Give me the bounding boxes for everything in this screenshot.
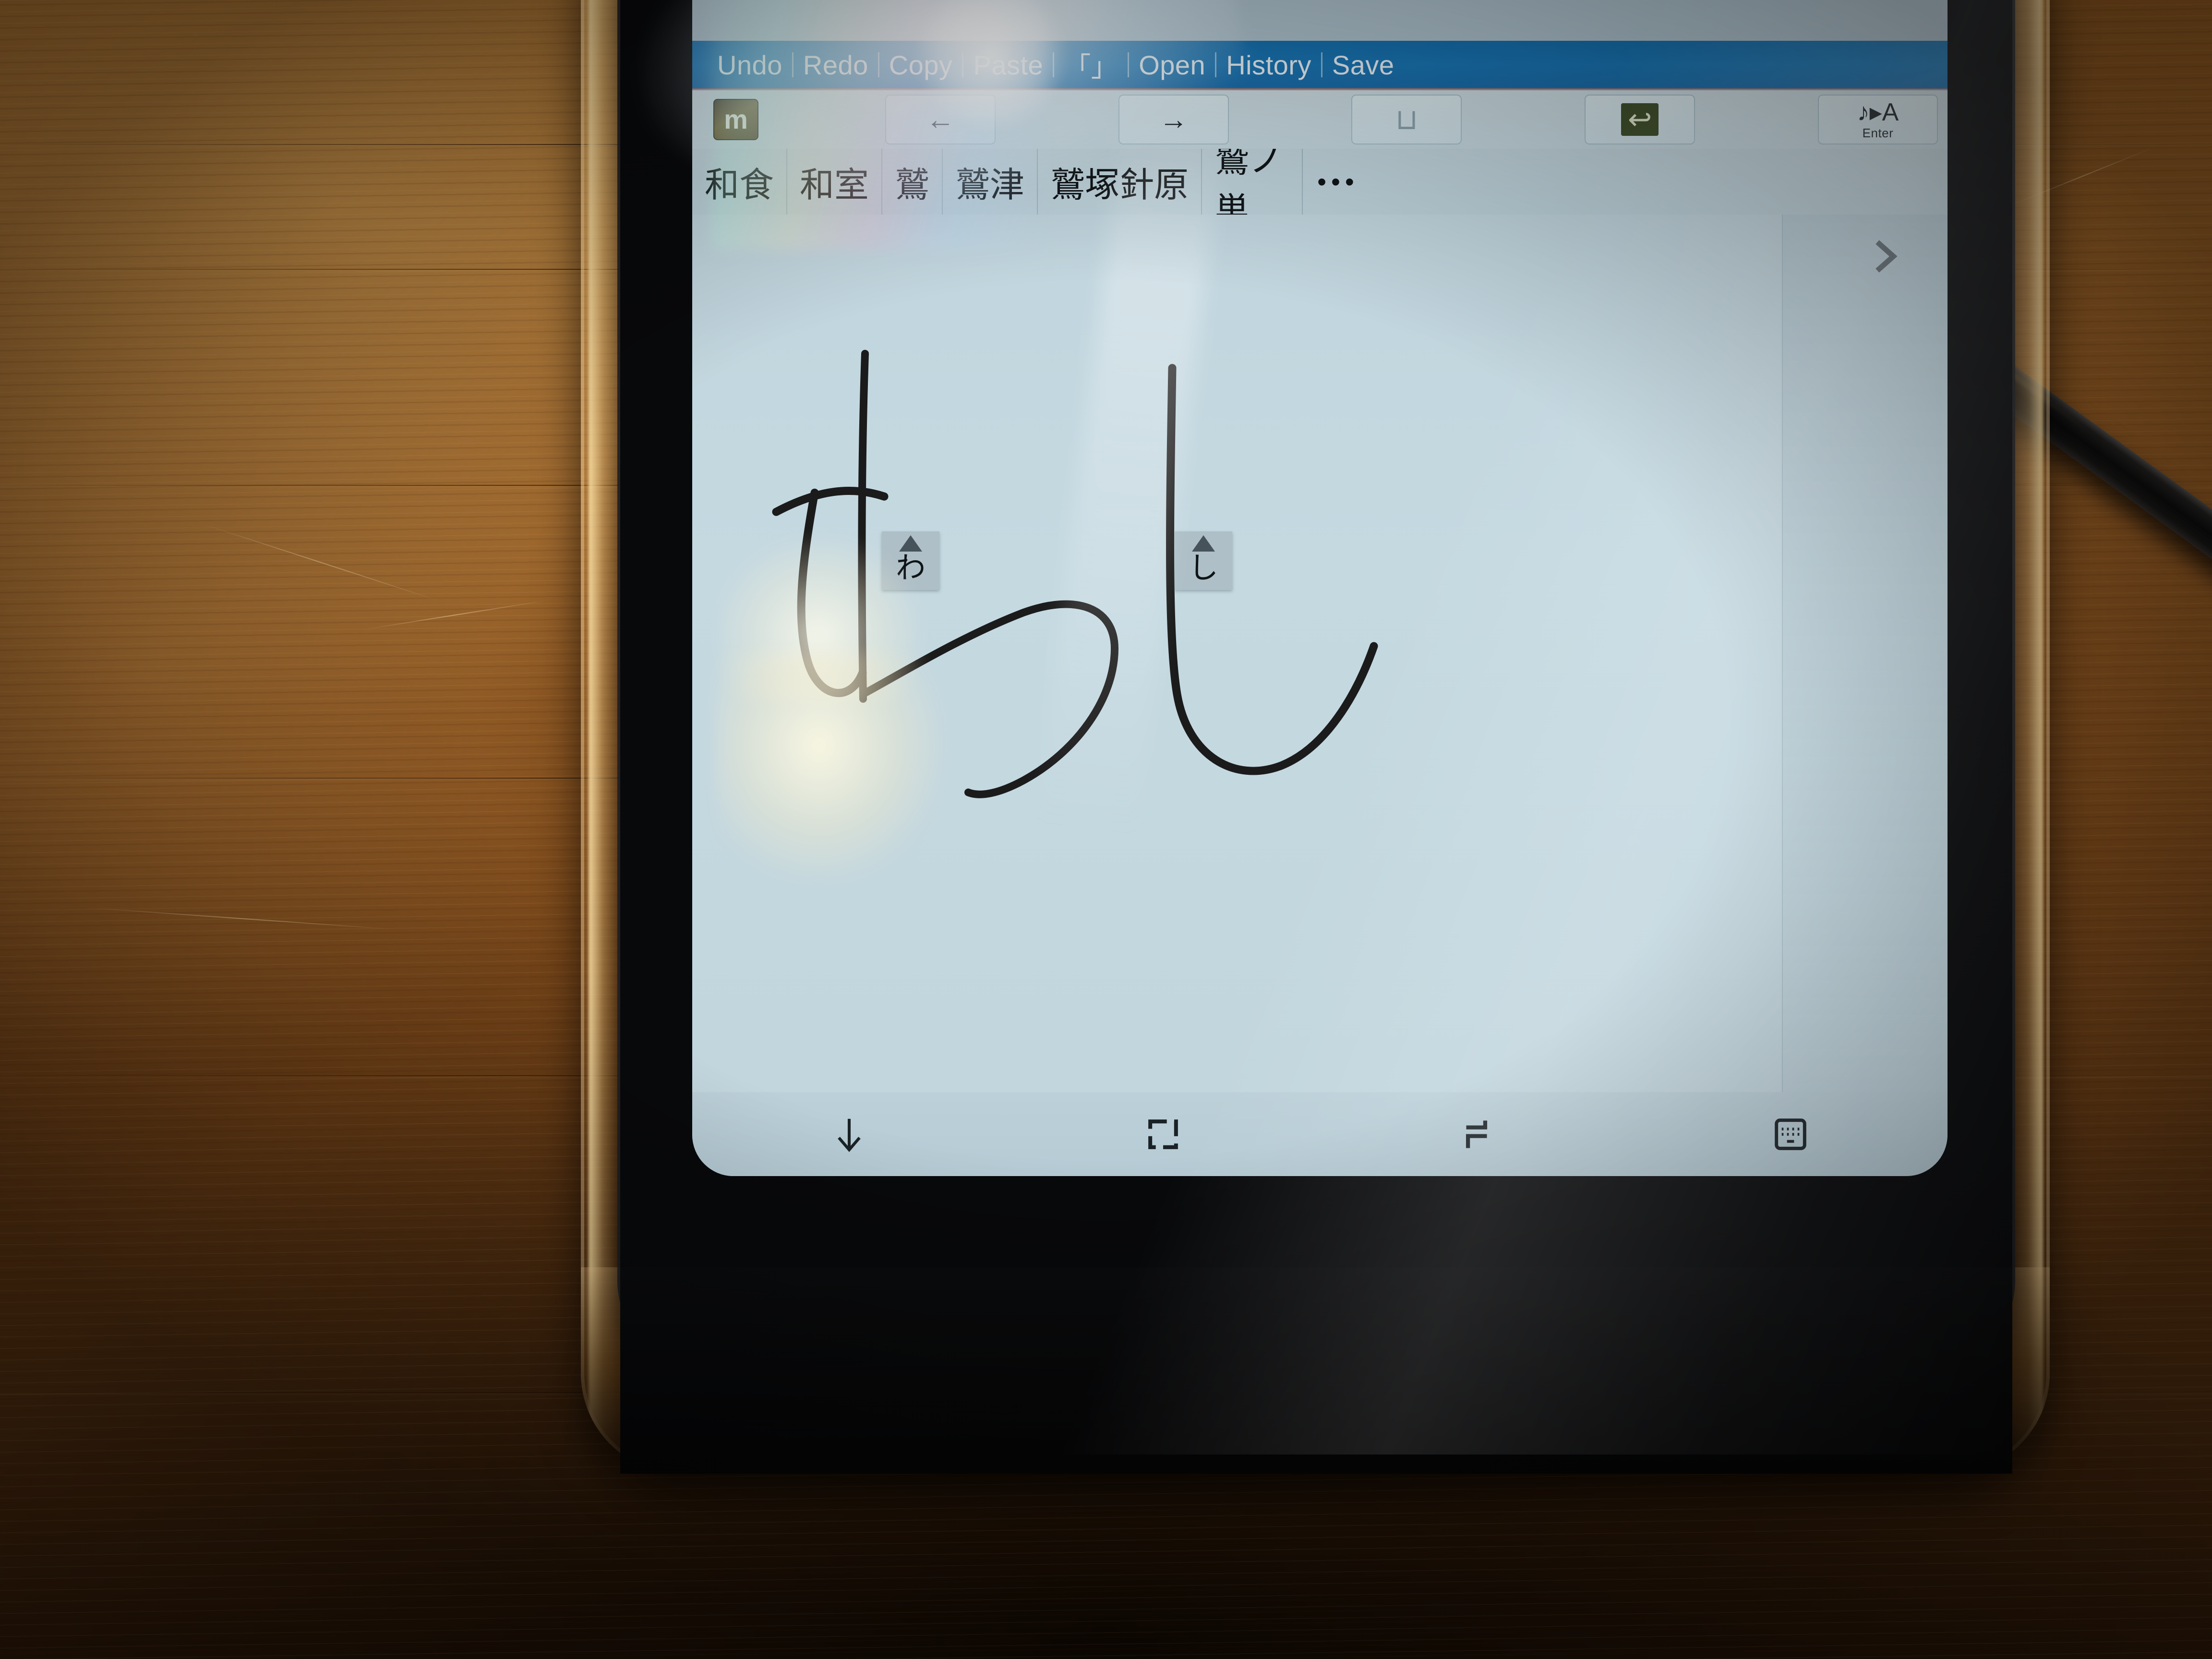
- arrow-right-icon: →: [1159, 103, 1188, 135]
- hide-keyboard-button[interactable]: [813, 1108, 885, 1161]
- android-navigation-bar: [692, 1092, 1948, 1176]
- case-edge-highlight: [589, 0, 618, 1474]
- toolbar-brackets[interactable]: 「」: [1054, 46, 1128, 84]
- phone-bottom-bezel: [620, 1267, 2012, 1474]
- recognized-kana: わ: [895, 552, 926, 585]
- recognition-tag[interactable]: し: [1175, 531, 1232, 590]
- space-button[interactable]: ⊔: [1351, 95, 1462, 144]
- candidate-bar: 和食 和室 鷲 鷲津 鷲塚針原 鷲ノ巣 •••: [692, 149, 1948, 215]
- handwriting-input-area[interactable]: わ し: [692, 215, 1948, 1092]
- candidate-item[interactable]: 鷲: [882, 149, 943, 215]
- candidate-item[interactable]: 和食: [692, 149, 788, 215]
- arrow-down-icon: [838, 1118, 861, 1152]
- ime-app-button[interactable]: m: [709, 95, 762, 144]
- home-button[interactable]: [1127, 1108, 1199, 1161]
- arrow-left-icon: ←: [926, 103, 955, 135]
- backspace-button[interactable]: ↩: [1585, 95, 1695, 144]
- cursor-right-button[interactable]: →: [1118, 95, 1229, 144]
- ime-toolbar: Undo Redo Copy Paste 「」 Open History Sav…: [692, 41, 1948, 89]
- ime-key-row: m ← → ⊔ ↩ ♪▸A Enter: [692, 90, 1948, 149]
- phone-screen: Undo Redo Copy Paste 「」 Open History Sav…: [692, 0, 1948, 1176]
- handwriting-to-text-icon: ♪▸A: [1857, 98, 1899, 126]
- home-square-icon: [1148, 1119, 1178, 1149]
- toolbar-paste[interactable]: Paste: [963, 49, 1053, 81]
- candidate-overflow-button[interactable]: •••: [1303, 149, 1371, 215]
- candidate-item[interactable]: 鷲塚針原: [1038, 149, 1202, 215]
- candidate-item[interactable]: 和室: [787, 149, 883, 215]
- backspace-icon: ↩: [1621, 103, 1659, 136]
- handwritten-ink-strokes: [772, 349, 1378, 798]
- photo-scene: Undo Redo Copy Paste 「」 Open History Sav…: [0, 0, 2212, 1659]
- cursor-left-button[interactable]: ←: [885, 95, 996, 144]
- recents-icon: [1466, 1120, 1488, 1148]
- candidate-item[interactable]: 鷲ノ巣: [1202, 149, 1303, 215]
- recognized-kana: し: [1188, 552, 1218, 585]
- toolbar-open[interactable]: Open: [1129, 49, 1215, 81]
- candidate-item[interactable]: 鷲津: [943, 149, 1038, 215]
- enter-label: Enter: [1862, 126, 1894, 140]
- toolbar-history[interactable]: History: [1216, 49, 1321, 81]
- recents-button[interactable]: [1441, 1108, 1513, 1161]
- triangle-up-icon: [1192, 535, 1215, 552]
- case-edge-highlight: [2013, 0, 2043, 1474]
- keyboard-switch-button[interactable]: [1755, 1108, 1827, 1161]
- enter-button[interactable]: ♪▸A Enter: [1817, 95, 1938, 144]
- toolbar-redo[interactable]: Redo: [793, 49, 878, 81]
- smartphone: Undo Redo Copy Paste 「」 Open History Sav…: [620, 0, 2012, 1363]
- toolbar-save[interactable]: Save: [1322, 49, 1404, 81]
- toolbar-copy[interactable]: Copy: [879, 49, 962, 81]
- recognition-tag[interactable]: わ: [882, 531, 939, 590]
- keyboard-icon: [1775, 1118, 1806, 1150]
- mazec-app-icon: m: [713, 99, 758, 140]
- app-content-area: [692, 0, 1948, 41]
- triangle-up-icon: [899, 535, 922, 552]
- space-icon: ⊔: [1395, 103, 1418, 135]
- toolbar-undo[interactable]: Undo: [708, 49, 792, 81]
